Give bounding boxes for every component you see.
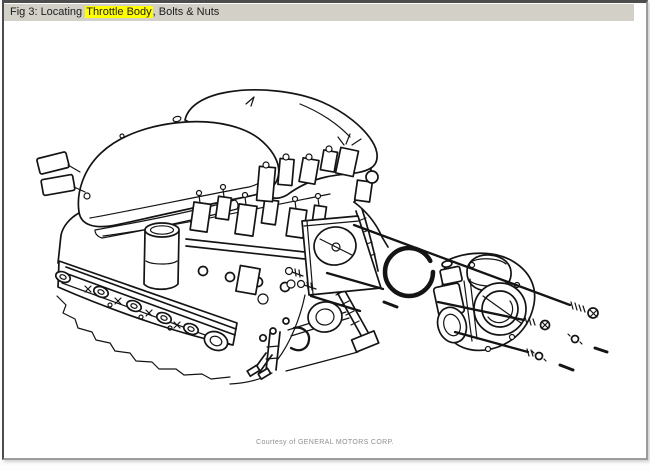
courtesy-caption: Courtesy of GENERAL MOTORS CORP. [4,439,646,446]
engine-diagram [4,21,646,458]
title-prefix: Fig 3: Locating [10,6,85,18]
throttle-body [433,253,535,351]
oil-fill-tube [144,223,179,289]
o-ring-gasket [385,248,433,296]
figure-window: Fig 3: Locating Throttle Body, Bolts & N… [2,0,648,460]
figure-title: Fig 3: Locating Throttle Body, Bolts & N… [10,6,219,18]
title-suffix: , Bolts & Nuts [153,6,220,18]
page: { "titlebar": { "prefix": "Fig 3: Locati… [0,0,650,471]
figure-titlebar: Fig 3: Locating Throttle Body, Bolts & N… [4,4,634,21]
title-highlight: Throttle Body [85,6,152,18]
figure-content: Courtesy of GENERAL MOTORS CORP. [4,21,646,458]
